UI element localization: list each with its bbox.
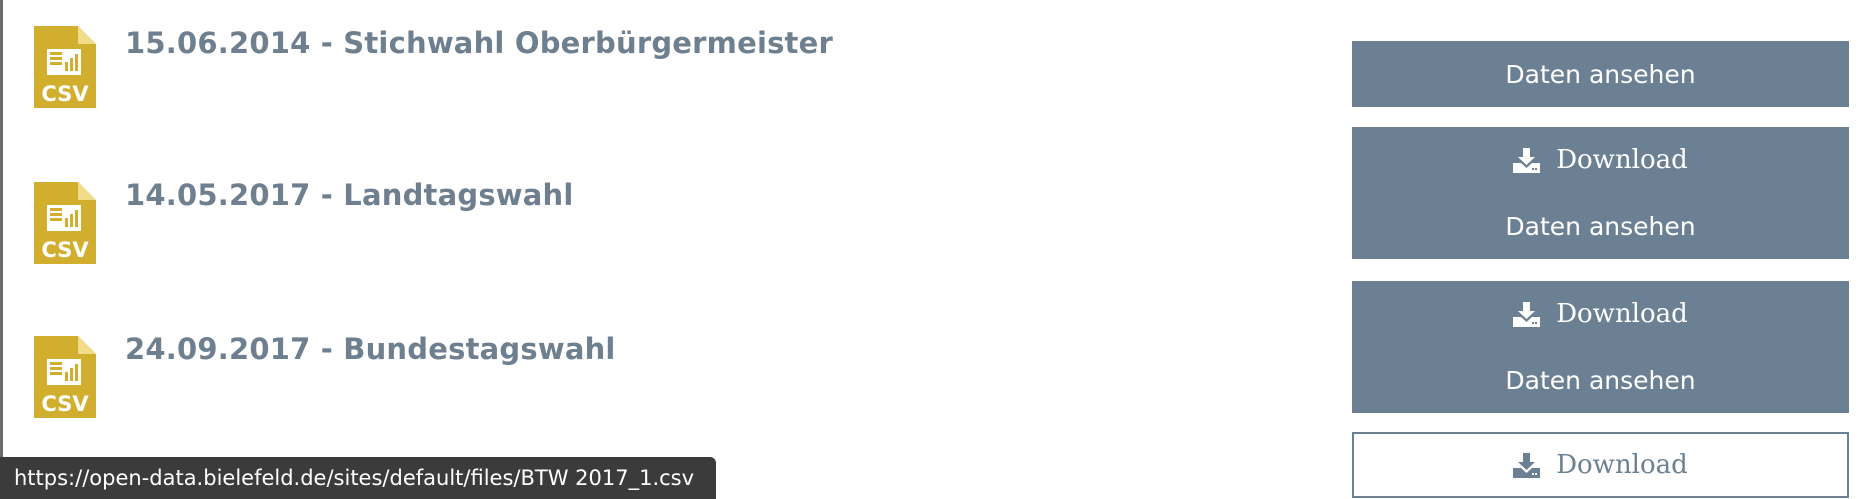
csv-file-icon: CSV (34, 336, 96, 418)
download-icon (1513, 147, 1541, 173)
download-button[interactable]: Download (1352, 432, 1849, 498)
dataset-row: CSV 24.09.2017 - Bundestagswahl (30, 332, 1230, 446)
status-bar-url: https://open-data.bielefeld.de/sites/def… (14, 466, 695, 490)
download-button[interactable]: Download (1352, 127, 1849, 193)
view-data-button[interactable]: Daten ansehen (1352, 41, 1849, 107)
csv-file-icon: CSV (34, 26, 96, 108)
page-left-border (0, 0, 3, 499)
dataset-row: CSV 14.05.2017 - Landtagswahl (30, 178, 1230, 292)
view-data-label: Daten ansehen (1505, 59, 1696, 89)
dataset-title[interactable]: 15.06.2014 - Stichwahl Oberbürgermeister (125, 26, 833, 60)
dataset-title[interactable]: 24.09.2017 - Bundestagswahl (125, 332, 616, 366)
csv-icon-label: CSV (41, 82, 89, 106)
dataset-title[interactable]: 14.05.2017 - Landtagswahl (125, 178, 574, 212)
view-data-button[interactable]: Daten ansehen (1352, 347, 1849, 413)
view-data-label: Daten ansehen (1505, 211, 1696, 241)
view-data-button[interactable]: Daten ansehen (1352, 193, 1849, 259)
download-label: Download (1556, 450, 1688, 480)
download-label: Download (1556, 145, 1688, 175)
download-button[interactable]: Download (1352, 281, 1849, 347)
csv-file-icon: CSV (34, 182, 96, 264)
browser-status-bar: https://open-data.bielefeld.de/sites/def… (0, 457, 716, 499)
download-label: Download (1556, 299, 1688, 329)
view-data-label: Daten ansehen (1505, 365, 1696, 395)
dataset-row: CSV 15.06.2014 - Stichwahl Oberbürgermei… (30, 26, 1230, 136)
csv-icon-label: CSV (41, 392, 89, 416)
csv-icon-label: CSV (41, 238, 89, 262)
download-icon (1513, 301, 1541, 327)
download-icon (1513, 452, 1541, 478)
